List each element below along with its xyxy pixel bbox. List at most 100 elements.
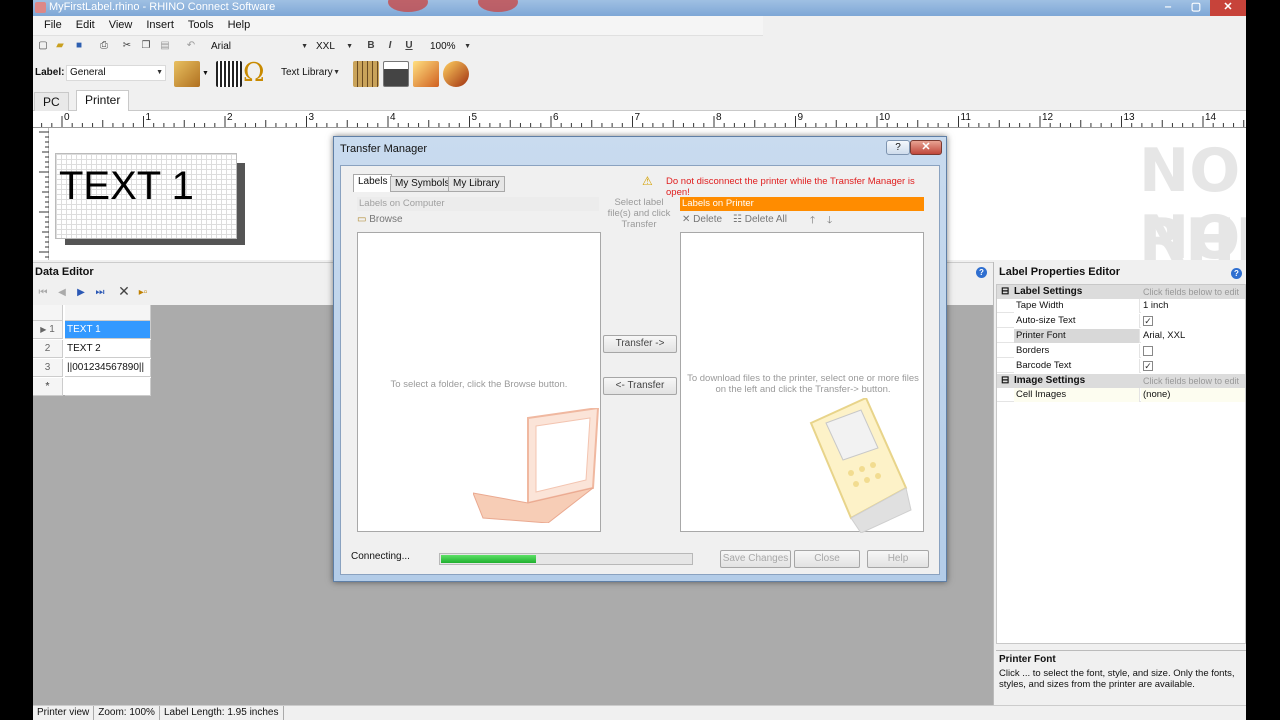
tab-labels[interactable]: Labels	[353, 174, 393, 192]
open-folder-icon[interactable]: ▰	[54, 40, 66, 52]
property-row[interactable]: Cell Images (none)	[997, 388, 1245, 402]
category-label-settings[interactable]: ⊟ Label Settings Click fields below to e…	[997, 285, 1245, 299]
menu-help[interactable]: Help	[221, 16, 258, 31]
grid-cell-row3[interactable]: ||001234567890||	[65, 359, 151, 377]
menu-file[interactable]: File	[33, 16, 69, 31]
transfer-right-button[interactable]: Transfer ->	[603, 335, 677, 353]
cut-icon[interactable]: ✂	[121, 40, 133, 52]
size-combo[interactable]: XXL ▼	[312, 39, 356, 55]
menu-insert[interactable]: Insert	[139, 16, 181, 31]
rhino-watermark: NO RHIN	[1139, 203, 1241, 260]
background-blob	[478, 0, 518, 12]
label-type-combo[interactable]: General ▼	[66, 65, 166, 81]
label-tape[interactable]: TEXT 1	[55, 153, 237, 239]
property-row[interactable]: Borders	[997, 344, 1245, 358]
progress-fill	[441, 555, 536, 563]
grid-corner	[33, 305, 63, 321]
serial-number-icon[interactable]	[383, 61, 409, 87]
first-record-icon[interactable]: ⏮	[37, 287, 49, 299]
ruler-label: 12	[1042, 112, 1054, 123]
property-row-selected[interactable]: Printer Font Arial, XXL	[997, 329, 1245, 343]
move-down-icon[interactable]: 🡓	[827, 213, 832, 230]
collapse-icon[interactable]: ⊟	[1001, 374, 1009, 388]
close-window-button[interactable]: ✕	[1210, 0, 1246, 16]
chevron-down-icon[interactable]: ▼	[202, 70, 209, 77]
window-controls: ‒ ▢ ✕	[1154, 0, 1246, 16]
date-time-icon[interactable]	[413, 61, 439, 87]
tab-pc[interactable]: PC	[34, 92, 69, 111]
tools-icon[interactable]	[443, 61, 469, 87]
delete-record-icon[interactable]: ✕	[118, 284, 130, 298]
maximize-button[interactable]: ▢	[1182, 0, 1210, 16]
tab-printer[interactable]: Printer	[76, 90, 130, 111]
grid-cell-new[interactable]	[65, 378, 151, 396]
new-row-header[interactable]: *	[33, 378, 63, 396]
table-icon[interactable]	[353, 61, 379, 87]
data-editor-help-icon[interactable]: ?	[976, 266, 987, 278]
label-text-object[interactable]: TEXT 1	[59, 164, 194, 209]
dialog-close-text-button[interactable]: Close	[794, 550, 860, 568]
barcode-icon[interactable]	[216, 61, 242, 87]
browse-button[interactable]: ▭ Browse	[357, 213, 417, 227]
menu-view[interactable]: View	[102, 16, 140, 31]
save-icon[interactable]: ■	[73, 40, 85, 52]
tab-my-library[interactable]: My Library	[448, 176, 505, 192]
dialog-help-text-button[interactable]: Help	[867, 550, 929, 568]
delete-all-button[interactable]: ☷ Delete All	[733, 213, 803, 227]
menu-tools[interactable]: Tools	[181, 16, 221, 31]
right-list-header: Labels on Printer	[680, 197, 924, 211]
vertical-ruler-ticks	[39, 131, 49, 268]
row-header[interactable]: ▶ 1	[33, 321, 63, 339]
previous-record-icon[interactable]: ◀	[56, 287, 68, 299]
property-row[interactable]: Auto-size Text ✓	[997, 314, 1245, 328]
tab-my-symbols[interactable]: My Symbols	[390, 176, 455, 192]
delete-button[interactable]: ✕ Delete	[682, 213, 732, 227]
status-zoom: Zoom: 100%	[94, 706, 160, 720]
dialog-help-button[interactable]: ?	[886, 140, 910, 155]
grid-cell-row2[interactable]: TEXT 2	[65, 340, 151, 358]
underline-button[interactable]: U	[403, 40, 415, 52]
category-image-settings[interactable]: ⊟ Image Settings Click fields below to e…	[997, 374, 1245, 388]
property-row[interactable]: Tape Width 1 inch	[997, 299, 1245, 313]
print-icon[interactable]: ⎙	[98, 40, 110, 52]
menu-edit[interactable]: Edit	[69, 16, 102, 31]
move-up-icon[interactable]: 🡑	[810, 213, 815, 230]
insert-file-icon[interactable]	[174, 61, 200, 87]
grid-cell-row1[interactable]: TEXT 1	[65, 321, 151, 339]
app-icon	[35, 2, 46, 13]
printer-files-list[interactable]: To download files to the printer, select…	[680, 232, 924, 533]
copy-icon[interactable]: ❐	[140, 40, 152, 52]
next-record-icon[interactable]: ▶	[75, 287, 87, 299]
row-header[interactable]: 3	[33, 359, 63, 377]
computer-files-list[interactable]: To select a folder, click the Browse but…	[357, 232, 601, 532]
data-grid: ▶ 1 TEXT 1 2 TEXT 2 3 ||001234567890|| *	[33, 305, 151, 396]
paste-icon[interactable]: ▤	[159, 40, 171, 52]
row-header[interactable]: 2	[33, 340, 63, 358]
view-tabs: PC Printer	[33, 90, 1246, 111]
new-file-icon[interactable]: ▢	[37, 40, 49, 52]
collapse-icon[interactable]: ⊟	[1001, 285, 1009, 299]
italic-button[interactable]: I	[384, 40, 396, 52]
text-library-combo[interactable]: Text Library ▼	[277, 65, 343, 81]
properties-help-icon[interactable]: ?	[1231, 267, 1242, 279]
bold-button[interactable]: B	[365, 40, 377, 52]
save-changes-button[interactable]: Save Changes	[720, 550, 791, 568]
auto-size-checkbox[interactable]: ✓	[1143, 316, 1153, 326]
barcode-text-checkbox[interactable]: ✓	[1143, 361, 1153, 371]
properties-panel: Label Properties Editor ? ⊟ Label Settin…	[993, 262, 1246, 705]
label-shadow	[237, 163, 245, 243]
borders-checkbox[interactable]	[1143, 346, 1153, 356]
add-record-icon[interactable]: ▸▫	[137, 287, 149, 299]
formatting-toolbar: ▢ ▰ ■ ⎙ ✂ ❐ ▤ ↶ Arial ▼ XXL ▼ B I U 100%…	[33, 37, 1246, 57]
connection-status: Connecting...	[351, 551, 410, 562]
symbol-omega-icon[interactable]: Ω	[243, 58, 265, 88]
dialog-close-button[interactable]: ✕	[910, 140, 942, 155]
transfer-left-button[interactable]: <- Transfer	[603, 377, 677, 395]
title-bar: MyFirstLabel.rhino - RHINO Connect Softw…	[33, 0, 1246, 16]
property-row[interactable]: Barcode Text ✓	[997, 359, 1245, 373]
last-record-icon[interactable]: ⏭	[94, 287, 106, 299]
minimize-button[interactable]: ‒	[1154, 0, 1182, 16]
zoom-combo[interactable]: 100% ▼	[426, 39, 474, 55]
font-combo[interactable]: Arial ▼	[207, 39, 311, 55]
undo-icon[interactable]: ↶	[185, 40, 197, 52]
